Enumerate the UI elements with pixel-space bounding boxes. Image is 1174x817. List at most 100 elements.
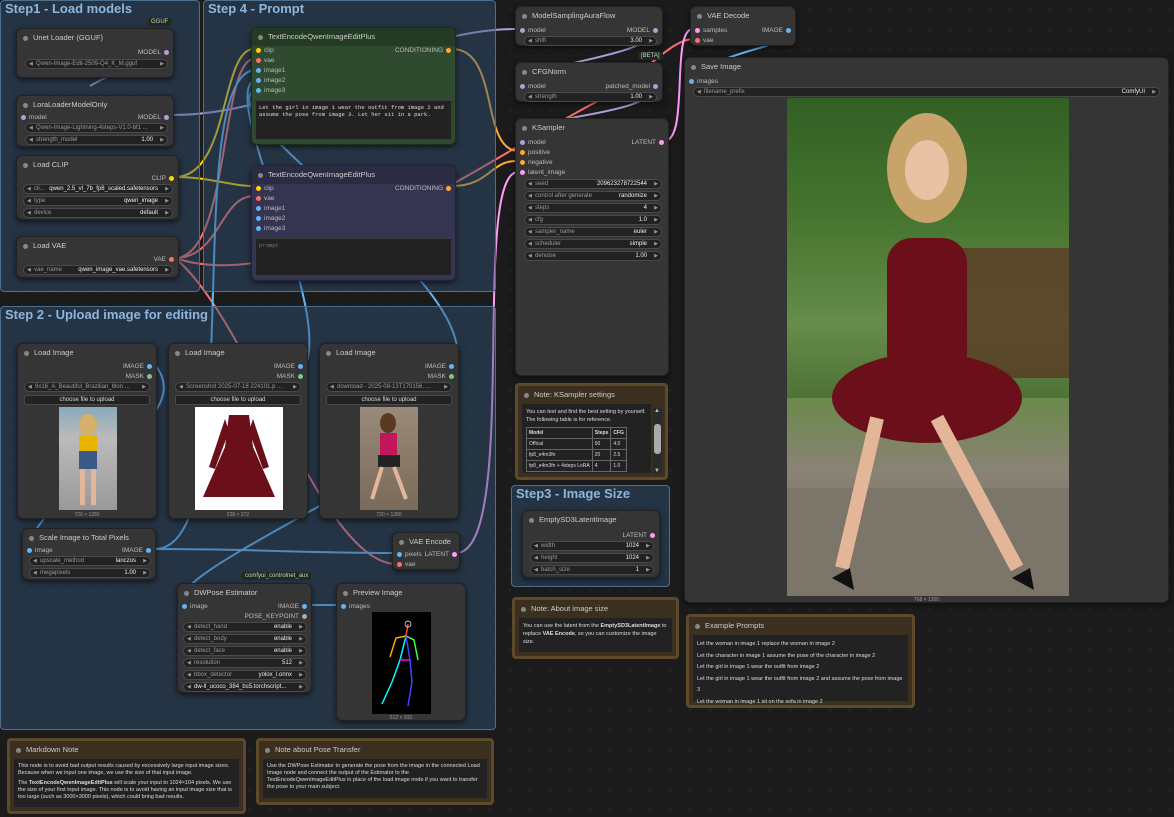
widget-shift[interactable]: shift 3.00 [524, 36, 657, 46]
node-load-clip[interactable]: Load CLIP CLIP cli... qwen_2.5_vl_7b_fp8_… [16, 155, 179, 220]
slot-dot[interactable] [449, 374, 454, 379]
output-latent[interactable]: LATENT [425, 550, 457, 559]
output-conditioning[interactable]: CONDITIONING [395, 184, 451, 193]
slot-dot[interactable] [653, 84, 658, 89]
widget-sampler-name[interactable]: sampler_name euler [524, 227, 662, 237]
slot-dot[interactable] [256, 88, 261, 93]
slot-dot[interactable] [146, 548, 151, 553]
slot-dot[interactable] [164, 50, 169, 55]
note-ksampler-settings[interactable]: Note: KSampler settings You can test and… [515, 383, 668, 480]
input-vae[interactable]: vae [256, 56, 274, 65]
output-latent[interactable]: LATENT [632, 138, 664, 147]
note-scrollbar[interactable]: ▲ ▼ [653, 408, 662, 474]
widget-cfg[interactable]: cfg 1.0 [524, 215, 662, 225]
note-markdown[interactable]: Markdown Note This node is to avoid bad … [7, 738, 246, 814]
widget-filename-prefix[interactable]: filename_prefix ComfyUI [693, 87, 1160, 97]
node-save-image[interactable]: Save Image images filename_prefix ComfyUI… [684, 57, 1169, 603]
input-samples[interactable]: samples [695, 26, 727, 35]
slot-dot[interactable] [21, 115, 26, 120]
node-load-image-1[interactable]: Load Image IMAGE MASK 9x16_A_Beautiful_B… [17, 343, 157, 519]
slot-dot[interactable] [302, 604, 307, 609]
node-lora-loader[interactable]: LoraLoaderModelOnly model MODEL Qwen-Ima… [16, 95, 174, 147]
slot-dot[interactable] [256, 58, 261, 63]
upload-button[interactable]: choose file to upload [326, 395, 452, 405]
node-scale-image[interactable]: Scale Image to Total Pixels image IMAGE … [22, 528, 156, 580]
node-text-encode-negative[interactable]: TextEncodeQwenImageEditPlus clip vae ima… [251, 165, 456, 281]
widget-detect-hand[interactable]: detect_hand enable [183, 622, 307, 632]
output-latent[interactable]: LATENT [623, 531, 655, 540]
slot-dot[interactable] [695, 38, 700, 43]
output-conditioning[interactable]: CONDITIONING [395, 46, 451, 55]
widget-batch-size[interactable]: batch_size 1 [530, 565, 654, 575]
widget-strength-model[interactable]: strength_model 1.00 [25, 135, 168, 145]
slot-dot[interactable] [786, 28, 791, 33]
output-image[interactable]: IMAGE [122, 546, 151, 555]
slot-dot[interactable] [689, 79, 694, 84]
node-dwpose-estimator[interactable]: DWPose Estimator image IMAGE POSE_KEYPOI… [177, 583, 312, 693]
widget-clip-type[interactable]: type qwen_image [23, 196, 173, 206]
widget-vae-name[interactable]: vae_name qwen_image_vae.safetensors [23, 265, 173, 275]
node-unet-loader[interactable]: Unet Loader (GGUF) MODEL Qwen-Image-Edit… [16, 28, 174, 78]
slot-dot[interactable] [256, 186, 261, 191]
input-negative[interactable]: negative [520, 158, 553, 167]
slot-dot[interactable] [182, 604, 187, 609]
node-vae-encode[interactable]: VAE Encode pixels vae LATENT [392, 532, 460, 570]
output-image[interactable]: IMAGE [278, 602, 307, 611]
widget-strength[interactable]: strength 1.00 [524, 92, 657, 102]
output-model[interactable]: MODEL [138, 113, 169, 122]
slot-dot[interactable] [341, 604, 346, 609]
output-image[interactable]: IMAGE [425, 362, 454, 371]
slot-dot[interactable] [256, 48, 261, 53]
input-vae[interactable]: vae [397, 560, 415, 569]
input-image[interactable]: image [27, 546, 53, 555]
slot-dot[interactable] [449, 364, 454, 369]
output-clip[interactable]: CLIP [152, 174, 174, 183]
slot-dot[interactable] [256, 206, 261, 211]
widget-unet-name[interactable]: Qwen-Image-Edit-2509-Q4_K_M.gguf [25, 59, 168, 69]
input-images[interactable]: images [341, 602, 370, 611]
input-clip[interactable]: clip [256, 46, 274, 55]
input-model[interactable]: model [21, 113, 47, 122]
note-pose-transfer[interactable]: Note about Pose Transfer Use the DWPose … [256, 738, 494, 805]
slot-dot[interactable] [452, 552, 457, 557]
output-mask[interactable]: MASK [277, 372, 303, 381]
widget-image-file[interactable]: download - 2025-08-13T170156. ... [326, 382, 452, 392]
widget-pose-estimator[interactable]: dw-ll_ucoco_384_bs5.torchscript... [183, 682, 307, 692]
output-image[interactable]: IMAGE [123, 362, 152, 371]
slot-dot[interactable] [298, 374, 303, 379]
slot-dot[interactable] [27, 548, 32, 553]
slot-dot[interactable] [397, 552, 402, 557]
widget-scheduler[interactable]: scheduler simple [524, 239, 662, 249]
input-image1[interactable]: image1 [256, 204, 285, 213]
slot-dot[interactable] [520, 84, 525, 89]
input-model[interactable]: model [520, 82, 546, 91]
output-mask[interactable]: MASK [126, 372, 152, 381]
slot-dot[interactable] [653, 28, 658, 33]
output-pose-keypoint[interactable]: POSE_KEYPOINT [244, 612, 307, 621]
node-ksampler[interactable]: KSampler model positive negative latent_… [515, 118, 669, 376]
input-pixels[interactable]: pixels [397, 550, 422, 559]
input-latent-image[interactable]: latent_image [520, 168, 565, 177]
prompt-textarea[interactable]: prompt [255, 238, 452, 276]
widget-upscale-method[interactable]: upscale_method lanczos [29, 556, 151, 566]
node-vae-decode[interactable]: VAE Decode samples vae IMAGE [690, 6, 796, 46]
slot-dot[interactable] [302, 614, 307, 619]
output-image[interactable]: IMAGE [274, 362, 303, 371]
input-positive[interactable]: positive [520, 148, 550, 157]
widget-clip-device[interactable]: device default [23, 208, 173, 218]
widget-detect-body[interactable]: detect_body enable [183, 634, 307, 644]
input-images[interactable]: images [689, 77, 718, 86]
prompt-textarea[interactable]: Let the girl in image 1 wear the outfit … [255, 100, 452, 140]
slot-dot[interactable] [520, 28, 525, 33]
node-model-sampling-auraflow[interactable]: ModelSamplingAuraFlow model MODEL shift 3… [515, 6, 663, 46]
input-image1[interactable]: image1 [256, 66, 285, 75]
widget-image-file[interactable]: Screenshot 2025-07-18 224101.p ... [175, 382, 301, 392]
input-clip[interactable]: clip [256, 184, 274, 193]
input-vae[interactable]: vae [695, 36, 713, 45]
widget-megapixels[interactable]: megapixels 1.00 [29, 568, 151, 578]
slot-dot[interactable] [695, 28, 700, 33]
input-image2[interactable]: image2 [256, 214, 285, 223]
slot-dot[interactable] [659, 140, 664, 145]
widget-resolution[interactable]: resolution 512 [183, 658, 307, 668]
slot-dot[interactable] [256, 226, 261, 231]
